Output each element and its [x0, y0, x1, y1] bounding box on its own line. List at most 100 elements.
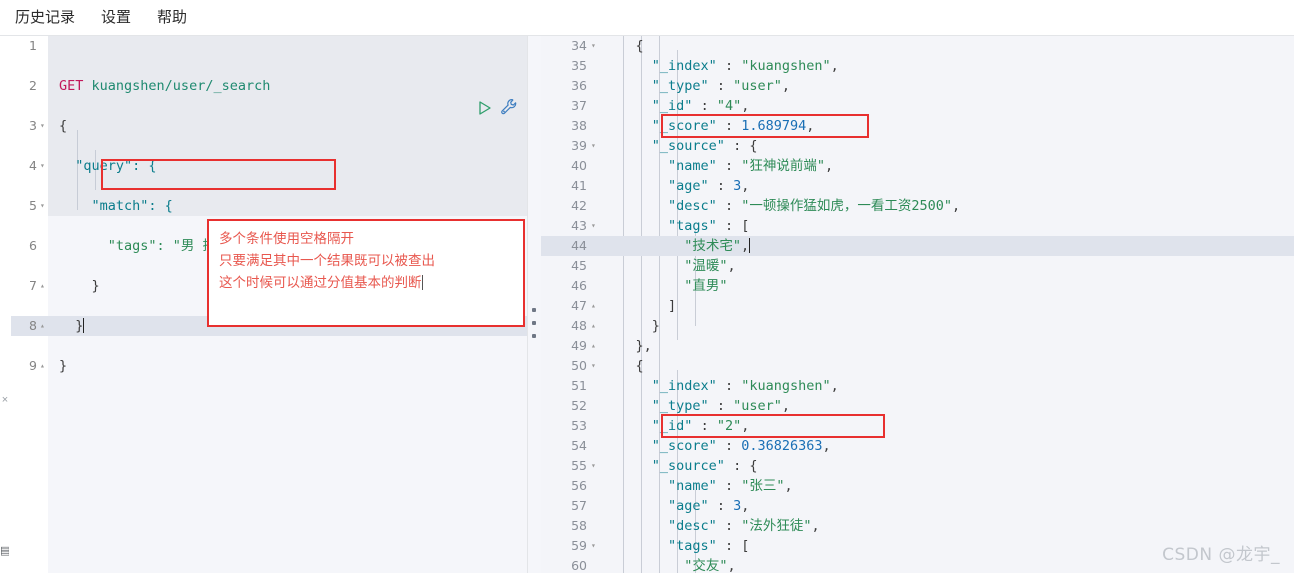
menu-item-settings[interactable]: 设置	[98, 6, 134, 30]
response-line[interactable]: 57 "age" : 3,	[541, 496, 1294, 516]
json-key: "_source"	[651, 458, 725, 474]
json-punct: {	[749, 138, 758, 154]
response-line[interactable]: 48 ▴ }	[541, 316, 1294, 336]
response-line[interactable]: 45 "温暖",	[541, 256, 1294, 276]
wrench-icon[interactable]	[500, 98, 518, 116]
json-text	[733, 118, 741, 134]
response-line[interactable]: 38 "_score" : 1.689794,	[541, 116, 1294, 136]
json-punct: {	[635, 358, 644, 374]
code-line[interactable]: 5 ▾ "match": {	[11, 196, 533, 216]
fold-toggle-icon[interactable]: ▾	[591, 136, 599, 156]
code-line[interactable]: 2 GET kuangshen/user/_search	[11, 76, 533, 96]
response-line[interactable]: 36 "_type" : "user",	[541, 76, 1294, 96]
response-line[interactable]: 54 "_score" : 0.36826363,	[541, 436, 1294, 456]
fold-toggle-icon[interactable]: ▾	[591, 216, 599, 236]
response-line[interactable]: 53 "_id" : "2",	[541, 416, 1294, 436]
response-line[interactable]: 34 ▾ {	[541, 36, 1294, 56]
line-number: 35	[571, 58, 587, 73]
panel-splitter[interactable]	[527, 36, 541, 573]
response-line[interactable]: 50 ▾ {	[541, 356, 1294, 376]
response-line[interactable]: 49 ▴ },	[541, 336, 1294, 356]
line-number: 6	[29, 238, 37, 253]
fold-toggle-icon[interactable]: ▴	[591, 316, 599, 336]
json-text	[733, 378, 741, 394]
json-key: "_index"	[651, 58, 717, 74]
code-line[interactable]: 1	[11, 36, 533, 56]
json-key: "_id"	[651, 98, 693, 114]
fold-toggle-icon[interactable]: ▾	[40, 196, 48, 216]
app-root: 历史记录 设置 帮助 × ▤ 1 2 GET kuangshen/user/_s…	[0, 0, 1294, 573]
fold-toggle-icon[interactable]: ▴	[591, 336, 599, 356]
json-text	[733, 158, 741, 174]
response-line[interactable]: 43 ▾ "tags" : [	[541, 216, 1294, 236]
response-viewer-panel[interactable]: 34 ▾ {35 "_index" : "kuangshen", 36 "_type…	[541, 36, 1294, 573]
line-number: 41	[571, 178, 587, 193]
line-number: 49	[571, 338, 587, 353]
request-editor-panel[interactable]: 1 2 GET kuangshen/user/_search 3 ▾ { 4 ▾…	[11, 36, 533, 573]
response-line[interactable]: 35 "_index" : "kuangshen",	[541, 56, 1294, 76]
menu-item-help[interactable]: 帮助	[154, 6, 190, 30]
line-number: 47	[571, 298, 587, 313]
json-string: "狂神说前端"	[741, 158, 825, 174]
response-line-text: "_id" : "2",	[603, 416, 750, 436]
line-number: 58	[571, 518, 587, 533]
json-key: "age"	[668, 178, 709, 194]
response-line-text: "交友",	[603, 556, 735, 573]
fold-toggle-icon[interactable]: ▾	[40, 116, 48, 136]
response-line[interactable]: 37 "_id" : "4",	[541, 96, 1294, 116]
close-icon[interactable]: ×	[0, 394, 10, 406]
fold-toggle-icon[interactable]: ▾	[40, 156, 48, 176]
http-method: GET	[59, 78, 84, 94]
json-number: 1.689794	[741, 118, 807, 134]
fold-toggle-icon[interactable]: ▴	[40, 276, 48, 296]
response-line[interactable]: 55 ▾ "_source" : {	[541, 456, 1294, 476]
response-line[interactable]: 39 ▾ "_source" : {	[541, 136, 1294, 156]
splitter-drag-handle[interactable]	[532, 308, 537, 338]
json-text	[717, 438, 725, 454]
response-line[interactable]: 47 ▴ ]	[541, 296, 1294, 316]
response-line[interactable]: 58 "desc" : "法外狂徒",	[541, 516, 1294, 536]
line-number: 53	[571, 418, 587, 433]
json-key: "_score"	[651, 118, 717, 134]
response-line[interactable]: 41 "age" : 3,	[541, 176, 1294, 196]
line-number: 4	[29, 158, 37, 173]
fold-toggle-icon[interactable]: ▾	[591, 456, 599, 476]
json-string: "kuangshen"	[741, 58, 831, 74]
json-punct: :	[700, 98, 709, 114]
fold-toggle-icon[interactable]: ▴	[40, 316, 48, 336]
fold-toggle-icon[interactable]: ▾	[591, 36, 599, 56]
json-punct: :	[716, 78, 725, 94]
response-line[interactable]: 40 "name" : "狂神说前端",	[541, 156, 1294, 176]
panel-toggle-icon[interactable]: ▤	[0, 545, 9, 558]
json-punct: ,	[830, 58, 839, 74]
json-punct: ,	[830, 378, 839, 394]
code-line[interactable]: 9 ▴ }	[11, 356, 533, 376]
json-string: "法外狂徒"	[741, 518, 812, 534]
response-line[interactable]: 56 "name" : "张三",	[541, 476, 1294, 496]
fold-toggle-icon[interactable]: ▾	[591, 536, 599, 556]
response-line[interactable]: 51 "_index" : "kuangshen",	[541, 376, 1294, 396]
fold-toggle-icon[interactable]: ▾	[591, 356, 599, 376]
json-string: "一顿操作猛如虎，一看工资2500"	[741, 198, 953, 214]
response-line-active[interactable]: 44 "技术宅",	[541, 236, 1294, 256]
json-number: 3	[733, 178, 742, 194]
fold-toggle-icon[interactable]: ▴	[40, 356, 48, 376]
menu-item-history[interactable]: 历史记录	[12, 6, 78, 30]
line-number: 55	[571, 458, 587, 473]
code-line[interactable]: 3 ▾ {	[11, 116, 533, 136]
json-key: "desc"	[668, 198, 717, 214]
response-line[interactable]: 46 "直男"	[541, 276, 1294, 296]
response-line-text: "name" : "张三",	[603, 476, 793, 496]
response-line[interactable]: 42 "desc" : "一顿操作猛如虎，一看工资2500",	[541, 196, 1294, 216]
run-request-play-icon[interactable]	[477, 100, 493, 116]
code-line[interactable]: 4 ▾ "query": {	[11, 156, 533, 176]
json-text	[725, 178, 733, 194]
response-line[interactable]: 52 "_type" : "user",	[541, 396, 1294, 416]
json-punct: ,	[811, 518, 820, 534]
fold-toggle-icon[interactable]: ▴	[591, 296, 599, 316]
